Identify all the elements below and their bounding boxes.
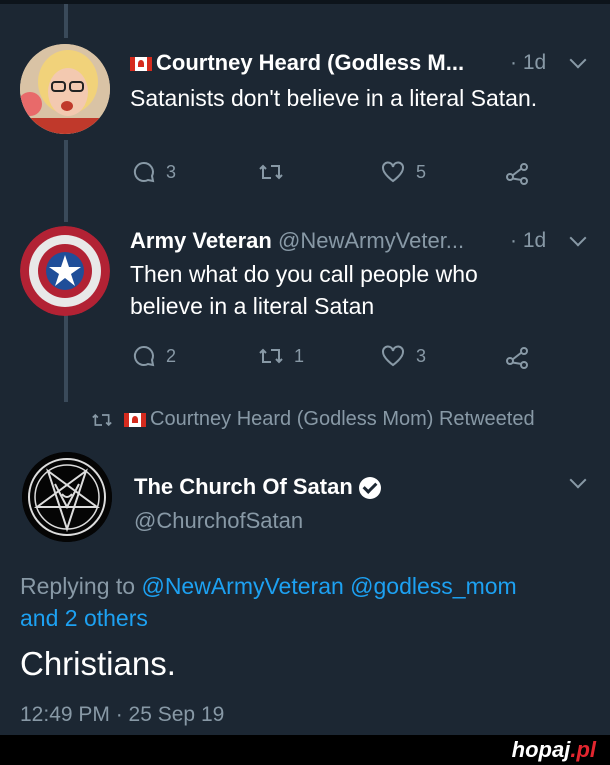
tweet1-share-button[interactable] xyxy=(504,160,530,186)
thread-line-top xyxy=(64,4,68,38)
tweet1-like-button[interactable]: 5 xyxy=(380,160,426,184)
hopaj-logo-tld: .pl xyxy=(570,737,596,762)
tweet1-time[interactable]: · 1d xyxy=(510,51,546,75)
top-edge xyxy=(0,0,610,4)
canada-flag-icon xyxy=(130,57,152,72)
retweet-notice-text: Courtney Heard (Godless Mom) Retweeted xyxy=(150,408,535,430)
main-tweet-author[interactable]: The Church Of Satan xyxy=(134,474,381,500)
mention-godless-mom-link[interactable]: @godless_mom xyxy=(350,573,517,599)
main-tweet-handle[interactable]: @ChurchofSatan xyxy=(134,508,303,534)
verified-badge-icon xyxy=(358,477,381,500)
replying-to-label: Replying to xyxy=(20,573,136,599)
reply-icon xyxy=(133,161,155,183)
tweet2-reply-button[interactable]: 2 xyxy=(132,344,176,368)
reply-icon xyxy=(133,345,155,367)
captain-america-shield-icon xyxy=(20,226,110,316)
tweet1-author-name: Courtney Heard (Godless M... xyxy=(156,50,465,75)
hopaj-logo: hopaj.pl xyxy=(512,737,596,763)
watermark-bar: hopaj.pl xyxy=(0,735,610,765)
tweet2-like-count: 3 xyxy=(416,345,427,366)
avatar-army-veteran[interactable] xyxy=(20,226,110,316)
tweet1-reply-button[interactable]: 3 xyxy=(132,160,176,184)
avatar-church-of-satan[interactable] xyxy=(22,452,112,542)
main-tweet-author-name: The Church Of Satan xyxy=(134,474,353,499)
mention-others-link[interactable]: and 2 others xyxy=(20,605,148,631)
tweet1-retweet-button[interactable] xyxy=(258,160,284,184)
tweet2-reply-count: 2 xyxy=(166,345,177,366)
pentagram-logo-icon xyxy=(22,452,112,542)
canada-flag-icon xyxy=(124,412,146,427)
tweet1-text: Satanists don't believe in a literal Sat… xyxy=(130,85,538,111)
tweet1-chevron-down-icon[interactable] xyxy=(569,51,587,69)
replying-to-line: Replying to @NewArmyVeteran @godless_mom… xyxy=(20,570,600,634)
retweet-icon xyxy=(259,164,283,180)
tweet2-text-line2: believe in a literal Satan xyxy=(130,293,375,319)
tweet2-share-button[interactable] xyxy=(504,344,530,370)
tweet2-author-handle: @NewArmyVeter... xyxy=(277,228,465,253)
tweet2-author[interactable]: Army Veteran @NewArmyVeter... xyxy=(130,228,464,254)
tweet2-retweet-button[interactable]: 1 xyxy=(258,344,304,368)
tweet2-retweet-count: 1 xyxy=(294,345,305,366)
avatar-courtney[interactable] xyxy=(20,44,110,134)
hopaj-logo-text: hopaj xyxy=(511,737,571,762)
thread-line-mid xyxy=(64,140,68,222)
main-tweet-timestamp[interactable]: 12:49 PM · 25 Sep 19 xyxy=(20,703,224,727)
retweet-icon xyxy=(92,413,112,426)
main-tweet-chevron-down-icon[interactable] xyxy=(569,471,587,489)
heart-icon xyxy=(382,161,404,183)
tweet2-author-name: Army Veteran xyxy=(130,228,272,253)
avatar-courtney-image xyxy=(20,44,110,134)
tweet2-text-line1: Then what do you call people who xyxy=(130,261,478,287)
tweet2-chevron-down-icon[interactable] xyxy=(569,229,587,247)
share-icon xyxy=(506,163,528,185)
retweet-icon xyxy=(259,348,283,364)
heart-icon xyxy=(382,345,404,367)
tweet1-reply-count: 3 xyxy=(166,161,177,182)
tweet2-time[interactable]: · 1d xyxy=(510,229,546,253)
tweet1-author[interactable]: Courtney Heard (Godless M... xyxy=(130,50,464,76)
tweet1-like-count: 5 xyxy=(416,161,427,182)
main-tweet-text: Christians. xyxy=(20,645,176,682)
mention-newarmyveteran-link[interactable]: @NewArmyVeteran xyxy=(141,573,343,599)
retweet-notice[interactable]: Courtney Heard (Godless Mom) Retweeted xyxy=(90,408,535,431)
tweet2-like-button[interactable]: 3 xyxy=(380,344,426,368)
share-icon xyxy=(506,347,528,369)
thread-line-bottom xyxy=(64,314,68,402)
